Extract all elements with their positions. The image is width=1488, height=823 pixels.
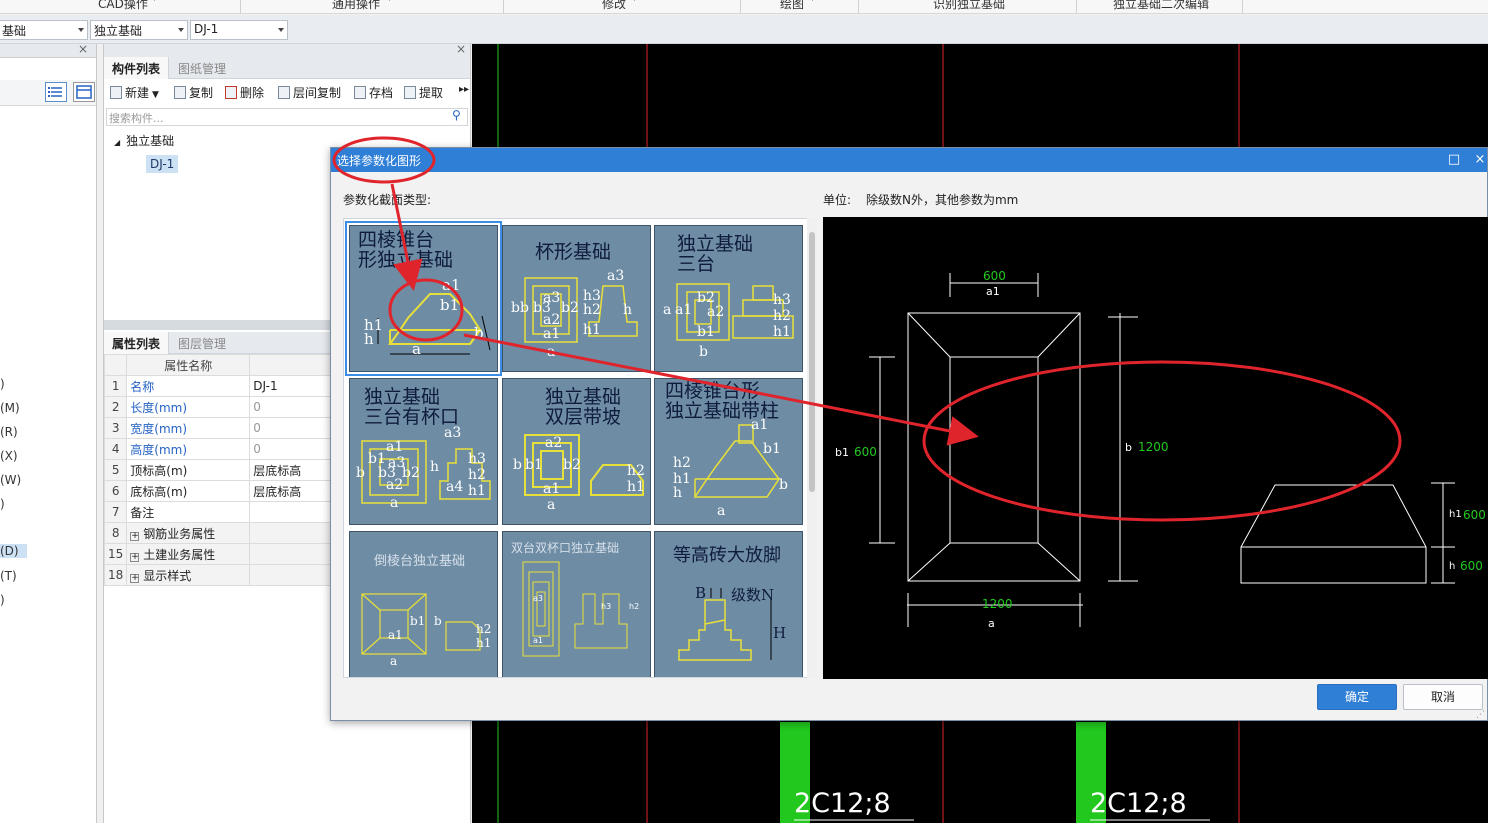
copy-button[interactable]: 复制: [174, 84, 213, 101]
nav-item[interactable]: ): [0, 377, 5, 391]
nav-item[interactable]: ): [0, 497, 5, 511]
chevron-down-icon: ▾: [152, 0, 157, 4]
chevron-down-icon: ▾: [387, 0, 392, 4]
h-value: 600: [1460, 559, 1483, 573]
h-label: h: [1449, 561, 1456, 572]
section-type-label: 参数化截面类型:: [343, 193, 432, 207]
nav-item[interactable]: (T): [0, 569, 17, 583]
unit-label: 单位:: [823, 193, 852, 207]
ok-button[interactable]: 确定: [1317, 684, 1397, 710]
shape-thumb-brick-footing[interactable]: 等高砖大放脚 B 级数N H: [654, 531, 803, 677]
nav-item[interactable]: (X): [0, 449, 18, 463]
a-label: a: [988, 617, 995, 630]
delete-button[interactable]: 删除: [225, 84, 264, 101]
new-button[interactable]: 新建 ▼: [110, 84, 159, 101]
extract-button[interactable]: 提取: [404, 84, 443, 101]
tree-node-root[interactable]: ◢ 独立基础: [114, 132, 174, 149]
delete-icon: [225, 86, 237, 99]
tab-property-list[interactable]: 属性列表: [104, 332, 170, 354]
b1-label: b1: [835, 446, 849, 459]
shape-thumb-pyramid-foundation[interactable]: 四棱锥台 形独立基础 a1 b1 h1 h a b: [345, 221, 502, 376]
ribbon-draw[interactable]: 绘图: [780, 0, 804, 12]
more-icon[interactable]: ▸▸: [459, 84, 469, 95]
ribbon: CAD操作 ▾ 通用操作 ▾ 修改 ▾ 绘图 ▾ 识别独立基础 独立基础二次编辑: [0, 0, 1488, 14]
navigation-pane: × ) (M) (R) (X) (W) ) (D) (T) ): [0, 42, 97, 823]
chevron-down-icon: [78, 28, 84, 32]
resize-grip-icon[interactable]: ⋰: [1476, 710, 1485, 720]
new-icon: [110, 86, 122, 99]
close-icon[interactable]: ×: [456, 42, 466, 56]
parametric-shape-dialog: 选择参数化图形 □ × 参数化截面类型: 单位: 除级数N外，其他参数为mm 四…: [330, 147, 1488, 721]
shape-thumb-inverted-frustum[interactable]: 倒棱台独立基础 b1 a1 a b h2 h1: [349, 531, 498, 677]
tab-layer-management[interactable]: 图层管理: [170, 332, 234, 354]
a-value: 1200: [982, 597, 1013, 611]
shape-thumb-cup-foundation[interactable]: 杯形基础 bb b3 b2 a3 a2 a1 a h3 h2 h h1 a3: [502, 225, 651, 372]
floor-copy-icon: [278, 86, 290, 99]
ribbon-identify-foundation[interactable]: 识别独立基础: [933, 0, 1005, 12]
selector-toolbar: 基础 独立基础 DJ-1: [0, 15, 1488, 44]
nav-item[interactable]: ): [0, 593, 5, 607]
search-icon[interactable]: ⚲: [452, 108, 461, 122]
component-name-combo[interactable]: DJ-1: [190, 20, 288, 40]
unit-text: 除级数N外，其他参数为mm: [866, 193, 1019, 207]
b1-value: 600: [854, 445, 877, 459]
floor-copy-button[interactable]: 层间复制: [278, 84, 341, 101]
chevron-down-icon: [178, 28, 184, 32]
nav-item-selected[interactable]: (D): [0, 544, 27, 558]
shape-thumb-pyramid-with-column[interactable]: 四棱锥台形 独立基础带柱 a1 b1 h2 h1 h b a: [654, 378, 803, 525]
expand-icon[interactable]: +: [130, 531, 140, 541]
chevron-down-icon: ▾: [632, 0, 637, 4]
shape-thumb-double-slope[interactable]: 独立基础 双层带坡 a2 b b1 b2 a1 a h2 h1: [502, 378, 651, 525]
expand-icon[interactable]: ◢: [114, 138, 120, 147]
tab-component-list[interactable]: 构件列表: [104, 57, 170, 79]
ribbon-foundation-edit[interactable]: 独立基础二次编辑: [1113, 0, 1209, 12]
chevron-down-icon: ▾: [810, 0, 815, 4]
chevron-down-icon: [278, 28, 284, 32]
a1-label: a1: [986, 285, 1000, 298]
shape-thumb-three-step-cup[interactable]: 独立基础 三台有杯口 a1 b1 a3 b3 b2 a2 a b h a3 h3…: [349, 378, 498, 525]
ribbon-modify[interactable]: 修改: [602, 0, 626, 12]
b-label: b: [1125, 441, 1132, 454]
h1-label: h1: [1449, 509, 1462, 520]
maximize-icon[interactable]: □: [1441, 148, 1467, 172]
dialog-title: 选择参数化图形: [337, 154, 422, 168]
shape-preview: 600 a1 b1 600 b 1200 1200 a h1 600 h 600: [823, 217, 1488, 679]
rebar-label: 2C12;8: [1090, 788, 1187, 819]
b-value: 1200: [1138, 440, 1169, 454]
nav-item[interactable]: (W): [0, 473, 21, 487]
cancel-button[interactable]: 取消: [1403, 684, 1483, 710]
close-icon[interactable]: ×: [78, 42, 88, 56]
tab-drawing-management[interactable]: 图纸管理: [170, 57, 234, 79]
floor-combo[interactable]: 基础: [0, 20, 88, 40]
list-view-icon[interactable]: [45, 82, 67, 102]
expand-icon[interactable]: +: [130, 573, 140, 583]
close-icon[interactable]: ×: [1467, 148, 1488, 172]
shape-thumb-double-cup[interactable]: 双台双杯口独立基础 a3 a1 h3 h2: [502, 531, 651, 677]
ribbon-common-ops[interactable]: 通用操作: [332, 0, 380, 12]
nav-item[interactable]: (M): [0, 401, 20, 415]
h1-value: 600: [1463, 508, 1486, 522]
archive-button[interactable]: 存档: [354, 84, 393, 101]
scrollbar-thumb[interactable]: [809, 232, 815, 492]
extract-icon: [404, 86, 416, 99]
a1-value: 600: [983, 269, 1006, 283]
gallery-scrollbar[interactable]: [807, 218, 817, 678]
component-tabs: 构件列表 图纸管理: [104, 57, 470, 79]
grid-view-icon[interactable]: [73, 82, 95, 102]
expand-icon[interactable]: +: [130, 552, 140, 562]
component-type-combo[interactable]: 独立基础: [90, 20, 188, 40]
chevron-down-icon: ▼: [152, 90, 159, 100]
shape-thumb-three-step-foundation[interactable]: 独立基础 三台 a a1 b2 a2 b1 b h3 h2 h1: [654, 225, 803, 372]
search-input[interactable]: 搜索构件...: [106, 108, 468, 126]
archive-icon: [354, 86, 366, 99]
ribbon-cad-ops[interactable]: CAD操作: [98, 0, 148, 12]
tree-node-dj1[interactable]: DJ-1: [146, 155, 179, 173]
shape-gallery: 四棱锥台 形独立基础 a1 b1 h1 h a b 杯形基础 bb b3 b2 …: [343, 218, 817, 678]
copy-icon: [174, 86, 186, 99]
nav-item[interactable]: (R): [0, 425, 18, 439]
rebar-label: 2C12;8: [794, 788, 891, 819]
dialog-title-bar[interactable]: 选择参数化图形: [331, 148, 1487, 172]
